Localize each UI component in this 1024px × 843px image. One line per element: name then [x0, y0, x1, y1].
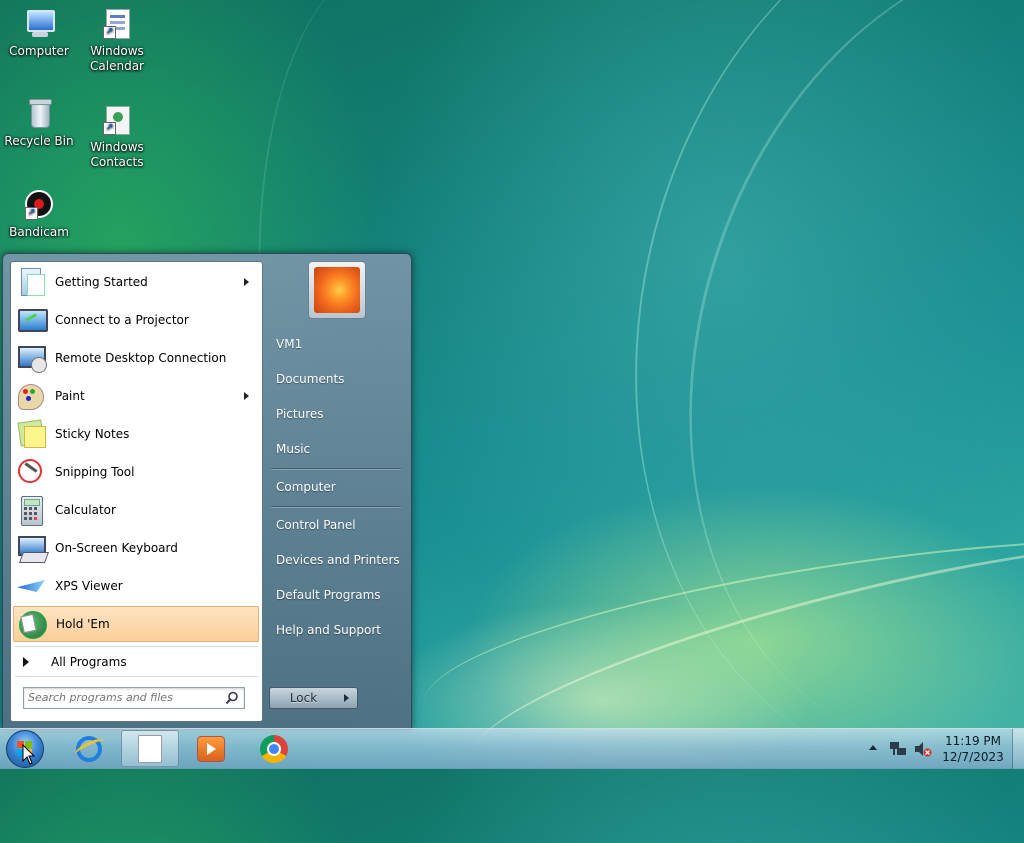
submenu-arrow-icon: [244, 278, 249, 286]
remote-desktop-icon: [15, 342, 47, 374]
recycle-bin-icon: [23, 98, 55, 130]
program-remote-desktop[interactable]: Remote Desktop Connection: [13, 340, 259, 376]
all-programs-button[interactable]: All Programs: [13, 650, 259, 674]
program-label: Paint: [55, 389, 85, 403]
right-item-help-and-support[interactable]: Help and Support: [270, 616, 406, 644]
program-label: Snipping Tool: [55, 465, 135, 479]
program-label: XPS Viewer: [55, 579, 123, 593]
desktop-icon-windows-contacts[interactable]: ↗ Windows Contacts: [78, 104, 156, 170]
contacts-icon: ↗: [101, 104, 133, 136]
all-programs-arrow-icon: [23, 657, 29, 667]
show-hidden-icons-button[interactable]: [869, 745, 877, 750]
network-icon[interactable]: [890, 742, 906, 756]
snipping-tool-icon: [15, 456, 47, 488]
getting-started-icon: [15, 266, 47, 298]
projector-icon: [15, 304, 48, 336]
program-paint[interactable]: Paint: [13, 378, 259, 414]
paint-icon: [15, 380, 47, 412]
calendar-icon: ↗: [101, 8, 133, 40]
taskbar-internet-explorer[interactable]: [60, 730, 118, 767]
volume-muted-icon[interactable]: [914, 741, 932, 757]
program-hold-em[interactable]: Hold 'Em: [13, 606, 259, 642]
chevron-right-icon: [344, 694, 349, 702]
program-label: Sticky Notes: [55, 427, 130, 441]
right-item-user-folder[interactable]: VM1: [270, 330, 406, 358]
wallpaper-streak: [554, 0, 1024, 843]
all-programs-label: All Programs: [51, 655, 127, 669]
internet-explorer-icon: [76, 735, 102, 762]
wallpaper-streak: [588, 0, 1024, 837]
separator: [271, 468, 401, 469]
search-icon[interactable]: [225, 691, 239, 705]
right-item-computer[interactable]: Computer: [270, 473, 406, 501]
computer-icon: [23, 8, 55, 40]
program-getting-started[interactable]: Getting Started: [13, 264, 259, 300]
right-item-default-programs[interactable]: Default Programs: [270, 581, 406, 609]
search-input[interactable]: [28, 690, 218, 705]
taskbar-media-player[interactable]: [182, 730, 240, 767]
separator: [271, 506, 401, 507]
program-label: Calculator: [55, 503, 116, 517]
start-search-box[interactable]: [23, 687, 245, 709]
desktop-icon-label: Windows Contacts: [90, 140, 144, 169]
media-player-icon: [197, 735, 225, 762]
program-xps-viewer[interactable]: XPS Viewer: [13, 568, 259, 604]
program-label: On-Screen Keyboard: [55, 541, 178, 555]
wallpaper-streak: [454, 495, 1024, 828]
right-item-music[interactable]: Music: [270, 435, 406, 463]
clock-date: 12/7/2023: [942, 750, 1004, 764]
start-menu: Getting Started Connect to a Projector R…: [2, 253, 412, 730]
program-label: Connect to a Projector: [55, 313, 189, 327]
program-sticky-notes[interactable]: Sticky Notes: [13, 416, 259, 452]
desktop-icon-label: Recycle Bin: [4, 134, 74, 148]
taskbar-chrome[interactable]: [245, 730, 303, 767]
lock-button[interactable]: Lock: [269, 687, 338, 709]
desktop-icon-label: Windows Calendar: [90, 44, 144, 73]
program-calculator[interactable]: Calculator: [13, 492, 259, 528]
bandicam-icon: ↗: [23, 189, 55, 221]
desktop-icon-label: Computer: [9, 44, 69, 58]
desktop-icon-windows-calendar[interactable]: ↗ Windows Calendar: [78, 8, 156, 74]
program-label: Hold 'Em: [56, 617, 110, 631]
hold-em-icon: [16, 608, 48, 640]
program-label: Remote Desktop Connection: [55, 351, 227, 365]
separator: [15, 676, 258, 677]
shutdown-options-button[interactable]: [336, 687, 358, 709]
user-picture[interactable]: [308, 261, 366, 319]
desktop-icon-label: Bandicam: [9, 225, 69, 239]
desktop-icon-recycle-bin[interactable]: Recycle Bin: [0, 98, 78, 149]
calculator-icon: [15, 494, 47, 526]
clock[interactable]: 11:19 PM 12/7/2023: [940, 733, 1006, 765]
desktop-icon-computer[interactable]: Computer: [0, 8, 78, 59]
chrome-icon: [260, 734, 288, 763]
program-on-screen-keyboard[interactable]: On-Screen Keyboard: [13, 530, 259, 566]
taskbar-notepad[interactable]: [121, 730, 179, 767]
start-menu-programs-pane: Getting Started Connect to a Projector R…: [10, 261, 263, 722]
program-label: Getting Started: [55, 275, 148, 289]
submenu-arrow-icon: [244, 392, 249, 400]
mouse-cursor-icon: [22, 744, 36, 765]
flower-avatar-icon: [314, 267, 360, 313]
keyboard-icon: [15, 532, 50, 564]
sticky-notes-icon: [15, 418, 47, 450]
show-desktop-button[interactable]: [1012, 729, 1024, 769]
program-connect-to-projector[interactable]: Connect to a Projector: [13, 302, 259, 338]
clock-time: 11:19 PM: [945, 734, 1001, 748]
separator: [15, 646, 258, 647]
xps-viewer-icon: [15, 570, 47, 602]
right-item-control-panel[interactable]: Control Panel: [270, 511, 406, 539]
program-snipping-tool[interactable]: Snipping Tool: [13, 454, 259, 490]
notepad-icon: [138, 734, 162, 763]
right-item-devices-and-printers[interactable]: Devices and Printers: [270, 546, 406, 574]
right-item-documents[interactable]: Documents: [270, 365, 406, 393]
right-item-pictures[interactable]: Pictures: [270, 400, 406, 428]
taskbar: 11:19 PM 12/7/2023: [0, 728, 1024, 769]
desktop-icon-bandicam[interactable]: ↗ Bandicam: [0, 189, 78, 240]
